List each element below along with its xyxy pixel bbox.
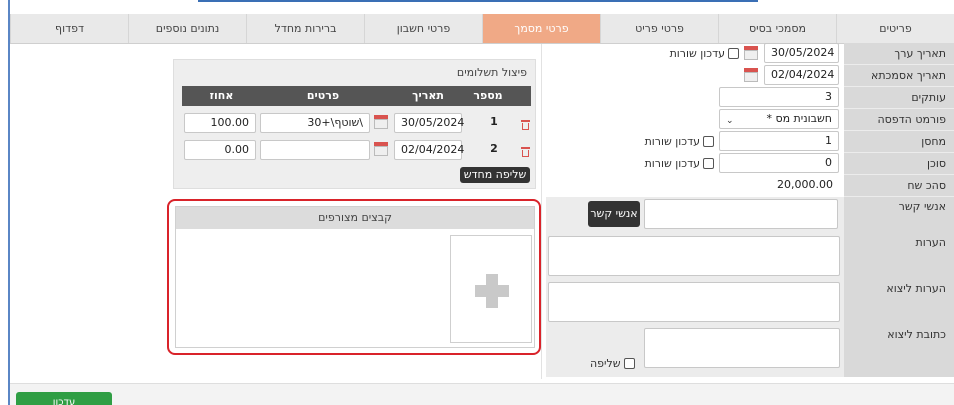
- left-border: [8, 0, 10, 405]
- tab-document-details[interactable]: פרטי מסמך: [482, 14, 600, 43]
- header-date: תאריך: [412, 89, 444, 102]
- tab-item-details[interactable]: פרטי פריט: [600, 14, 718, 43]
- checkbox-box[interactable]: [728, 48, 739, 59]
- payment-percent-input[interactable]: 0.00: [184, 140, 256, 160]
- retrieve-label: שליפה: [590, 357, 621, 370]
- bottom-action-bar: [10, 383, 954, 405]
- contacts-label: אנשי קשר: [898, 200, 946, 213]
- payment-date-input[interactable]: 30/05/2024: [394, 113, 464, 133]
- export-notes-textarea[interactable]: [548, 282, 840, 322]
- update-lines-label: עדכון שורות: [644, 157, 700, 170]
- attached-files-title: קבצים מצורפים: [176, 207, 534, 229]
- print-format-value: * חשבונית מס: [766, 112, 832, 125]
- print-format-select[interactable]: * חשבונית מס ⌄: [719, 109, 839, 129]
- warehouse-input[interactable]: 1: [719, 131, 839, 151]
- agent-input[interactable]: 0: [719, 153, 839, 173]
- reference-date-input[interactable]: 02/04/2024: [764, 65, 839, 85]
- tab-browse[interactable]: דפדוף: [10, 14, 128, 43]
- tab-items[interactable]: פריטים: [836, 14, 954, 43]
- update-lines-label: עדכון שורות: [644, 135, 700, 148]
- tab-account-details[interactable]: פרטי חשבון: [364, 14, 482, 43]
- calendar-icon[interactable]: [374, 142, 388, 156]
- delete-row-icon[interactable]: [521, 147, 530, 157]
- copies-label: עותקים: [844, 87, 954, 109]
- update-button[interactable]: עדכון: [16, 392, 112, 405]
- value-date-label: תאריך ערך: [844, 43, 954, 65]
- chevron-down-icon: ⌄: [726, 116, 734, 126]
- copies-row: עותקים 3: [546, 87, 954, 109]
- total-label: סהכ שח: [844, 175, 954, 197]
- reference-date-label: תאריך אסמכתא: [844, 65, 954, 87]
- payment-table-header: מספר תאריך פרטים אחוז: [182, 86, 531, 106]
- tab-base-documents[interactable]: מסמכי בסיס: [718, 14, 836, 43]
- payment-split-title: פיצול תשלומים: [456, 66, 527, 79]
- calendar-icon[interactable]: [374, 115, 388, 129]
- calendar-icon[interactable]: [744, 68, 758, 82]
- row-number: 1: [490, 115, 498, 128]
- warehouse-row: מחסן 1 עדכון שורות: [546, 131, 954, 153]
- tab-bar: פריטים מסמכי בסיס פרטי פריט פרטי מסמך פר…: [10, 14, 954, 44]
- value-date-row: תאריך ערך 30/05/2024 עדכון שורות: [546, 43, 954, 65]
- total-value: 20,000.00: [777, 178, 833, 191]
- add-file-button[interactable]: [450, 235, 532, 343]
- plus-icon-bar: [475, 285, 509, 297]
- agent-row: סוכן 0 עדכון שורות: [546, 153, 954, 175]
- payment-details-input[interactable]: שוטף\+30\: [260, 113, 370, 133]
- tab-defaults[interactable]: ברירות מחדל: [246, 14, 364, 43]
- payment-split-panel: פיצול תשלומים מספר תאריך פרטים אחוז 1 30…: [173, 59, 536, 189]
- header-percent: אחוז: [209, 89, 234, 102]
- checkbox-box[interactable]: [703, 136, 714, 147]
- print-format-row: פורמט הדפסה * חשבונית מס ⌄: [546, 109, 954, 131]
- header-spacer: [505, 86, 531, 106]
- update-lines-checkbox[interactable]: עדכון שורות: [670, 47, 739, 60]
- tab-additional-data[interactable]: נתונים נוספים: [128, 14, 246, 43]
- notes-label: הערות: [915, 236, 946, 249]
- reference-date-row: תאריך אסמכתא 02/04/2024: [546, 65, 954, 87]
- window-left-edge: [0, 0, 8, 405]
- checkbox-box[interactable]: [703, 158, 714, 169]
- delete-row-icon[interactable]: [521, 120, 530, 130]
- copies-input[interactable]: 3: [719, 87, 839, 107]
- notes-textarea[interactable]: [548, 236, 840, 276]
- contacts-button[interactable]: אנשי קשר: [588, 201, 640, 227]
- export-notes-label: הערות ליצוא: [886, 282, 946, 295]
- agent-label: סוכן: [844, 153, 954, 175]
- header-number: מספר: [473, 89, 503, 102]
- header-details: פרטים: [306, 89, 340, 102]
- agent-update-lines-checkbox[interactable]: עדכון שורות: [645, 157, 714, 170]
- payment-details-input[interactable]: [260, 140, 370, 160]
- payment-percent-input[interactable]: 100.00: [184, 113, 256, 133]
- update-lines-label: עדכון שורות: [669, 47, 725, 60]
- checkbox-box[interactable]: [623, 358, 635, 369]
- print-format-label: פורמט הדפסה: [844, 109, 954, 131]
- top-accent-line: [198, 0, 758, 2]
- value-date-input[interactable]: 30/05/2024: [764, 43, 839, 63]
- warehouse-label: מחסן: [844, 131, 954, 153]
- total-row: סהכ שח 20,000.00: [546, 175, 954, 197]
- retrieve-checkbox[interactable]: שליפה: [590, 357, 635, 370]
- row-number: 2: [490, 142, 498, 155]
- export-address-textarea[interactable]: [644, 328, 840, 368]
- refetch-button[interactable]: שליפה מחדש: [460, 167, 530, 183]
- warehouse-update-lines-checkbox[interactable]: עדכון שורות: [645, 135, 714, 148]
- export-address-label: כתובת ליצוא: [887, 328, 946, 341]
- column-divider: [541, 44, 542, 379]
- attached-files-panel: קבצים מצורפים: [175, 206, 535, 348]
- calendar-icon[interactable]: [744, 46, 758, 60]
- contacts-input[interactable]: [644, 199, 838, 229]
- payment-date-input[interactable]: 02/04/2024: [394, 140, 464, 160]
